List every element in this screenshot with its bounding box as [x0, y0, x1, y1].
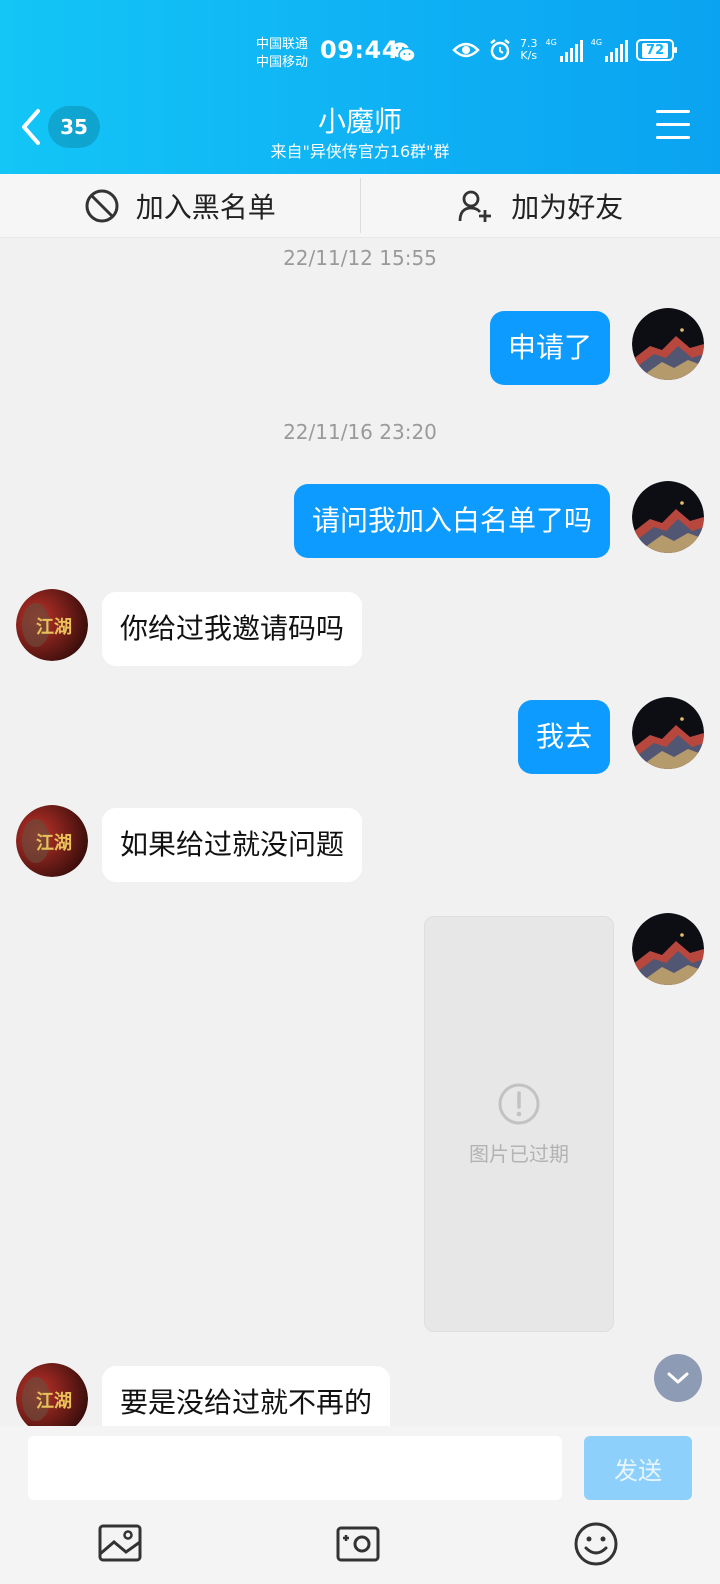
chat-area[interactable]: 22/11/12 15:55 申请了 22/11/16 23:20 请问我加入白…	[0, 238, 720, 1426]
status-bar: 中国联通 中国移动 09:44 7.3 K/s 4G 4G 72	[0, 30, 720, 74]
chat-title: 小魔师	[317, 105, 402, 138]
image-icon[interactable]	[96, 1520, 144, 1568]
alarm-icon	[490, 39, 510, 61]
battery-icon: 72	[636, 39, 678, 61]
my-avatar[interactable]	[632, 913, 704, 985]
message-bubble-outgoing[interactable]: 我去	[517, 700, 610, 774]
timestamp: 22/11/16 23:20	[283, 420, 437, 444]
contact-avatar-image: 江湖	[16, 589, 88, 661]
scroll-to-bottom-button[interactable]	[654, 1354, 702, 1402]
clock: 09:44	[320, 36, 399, 64]
input-bar: 发送	[0, 1426, 720, 1584]
message-bubble-incoming[interactable]: 你给过我邀请码吗	[102, 592, 363, 666]
block-icon	[85, 189, 119, 222]
nav-bar: 35 小魔师 来自"异侠传官方16群"群	[0, 96, 720, 166]
signal-2-label: 4G	[590, 38, 603, 47]
message-bubble-outgoing[interactable]: 申请了	[489, 311, 610, 385]
net-speed: 7.3 K/s	[520, 38, 538, 62]
action-bar: 加入黑名单 加为好友	[0, 174, 720, 238]
avatar-logo-text: 江湖	[36, 833, 72, 854]
send-button[interactable]: 发送	[584, 1436, 692, 1500]
expired-image-message[interactable]: 图片已过期	[424, 916, 614, 1332]
message-bubble-incoming[interactable]: 要是没给过就不再的	[102, 1366, 391, 1426]
contact-avatar[interactable]: 江湖	[16, 805, 88, 877]
contact-avatar-image: 江湖	[16, 805, 88, 877]
wechat-icon	[391, 42, 416, 63]
signal-icon: 4G	[546, 38, 583, 62]
my-avatar[interactable]	[632, 481, 704, 553]
menu-icon[interactable]	[656, 110, 690, 140]
chevron-down-icon	[667, 1372, 689, 1384]
add-friend-label: 加为好友	[511, 190, 624, 224]
contact-avatar[interactable]: 江湖	[16, 1363, 88, 1426]
header: 中国联通 中国移动 09:44 7.3 K/s 4G 4G 72 35 小魔师 …	[0, 0, 720, 174]
contact-avatar[interactable]: 江湖	[16, 589, 88, 661]
net-speed-unit: K/s	[520, 49, 538, 62]
my-avatar[interactable]	[632, 308, 704, 380]
toolbar	[0, 1510, 720, 1584]
signal-1-label: 4G	[545, 38, 557, 47]
status-icons: 7.3 K/s 4G 4G 72	[452, 38, 678, 62]
message-input[interactable]	[28, 1436, 562, 1500]
camera-icon[interactable]	[334, 1520, 382, 1568]
carrier-1: 中国联通	[256, 37, 309, 52]
battery-level: 72	[642, 42, 669, 58]
carriers: 中国联通 中国移动	[256, 36, 308, 72]
warning-icon	[498, 1083, 540, 1124]
message-bubble-outgoing[interactable]: 请问我加入白名单了吗	[293, 484, 610, 558]
chat-subtitle: 来自"异侠传官方16群"群	[270, 142, 450, 161]
timestamp: 22/11/12 15:55	[283, 246, 437, 270]
signal-icon: 4G	[590, 38, 629, 62]
avatar-logo-text: 江湖	[36, 617, 72, 638]
add-friend-button[interactable]: 加为好友	[361, 174, 720, 237]
expired-image-label: 图片已过期	[469, 1141, 569, 1166]
avatar-logo-text: 江湖	[36, 1391, 72, 1412]
contact-avatar-image: 江湖	[16, 1363, 88, 1426]
blacklist-label: 加入黑名单	[135, 190, 276, 224]
message-bubble-incoming[interactable]: 如果给过就没问题	[102, 808, 363, 882]
add-user-icon	[458, 190, 492, 222]
emoji-icon[interactable]	[572, 1520, 620, 1568]
eye-icon	[452, 42, 480, 58]
carrier-2: 中国移动	[256, 55, 309, 70]
blacklist-button[interactable]: 加入黑名单	[0, 174, 360, 237]
my-avatar[interactable]	[632, 697, 704, 769]
